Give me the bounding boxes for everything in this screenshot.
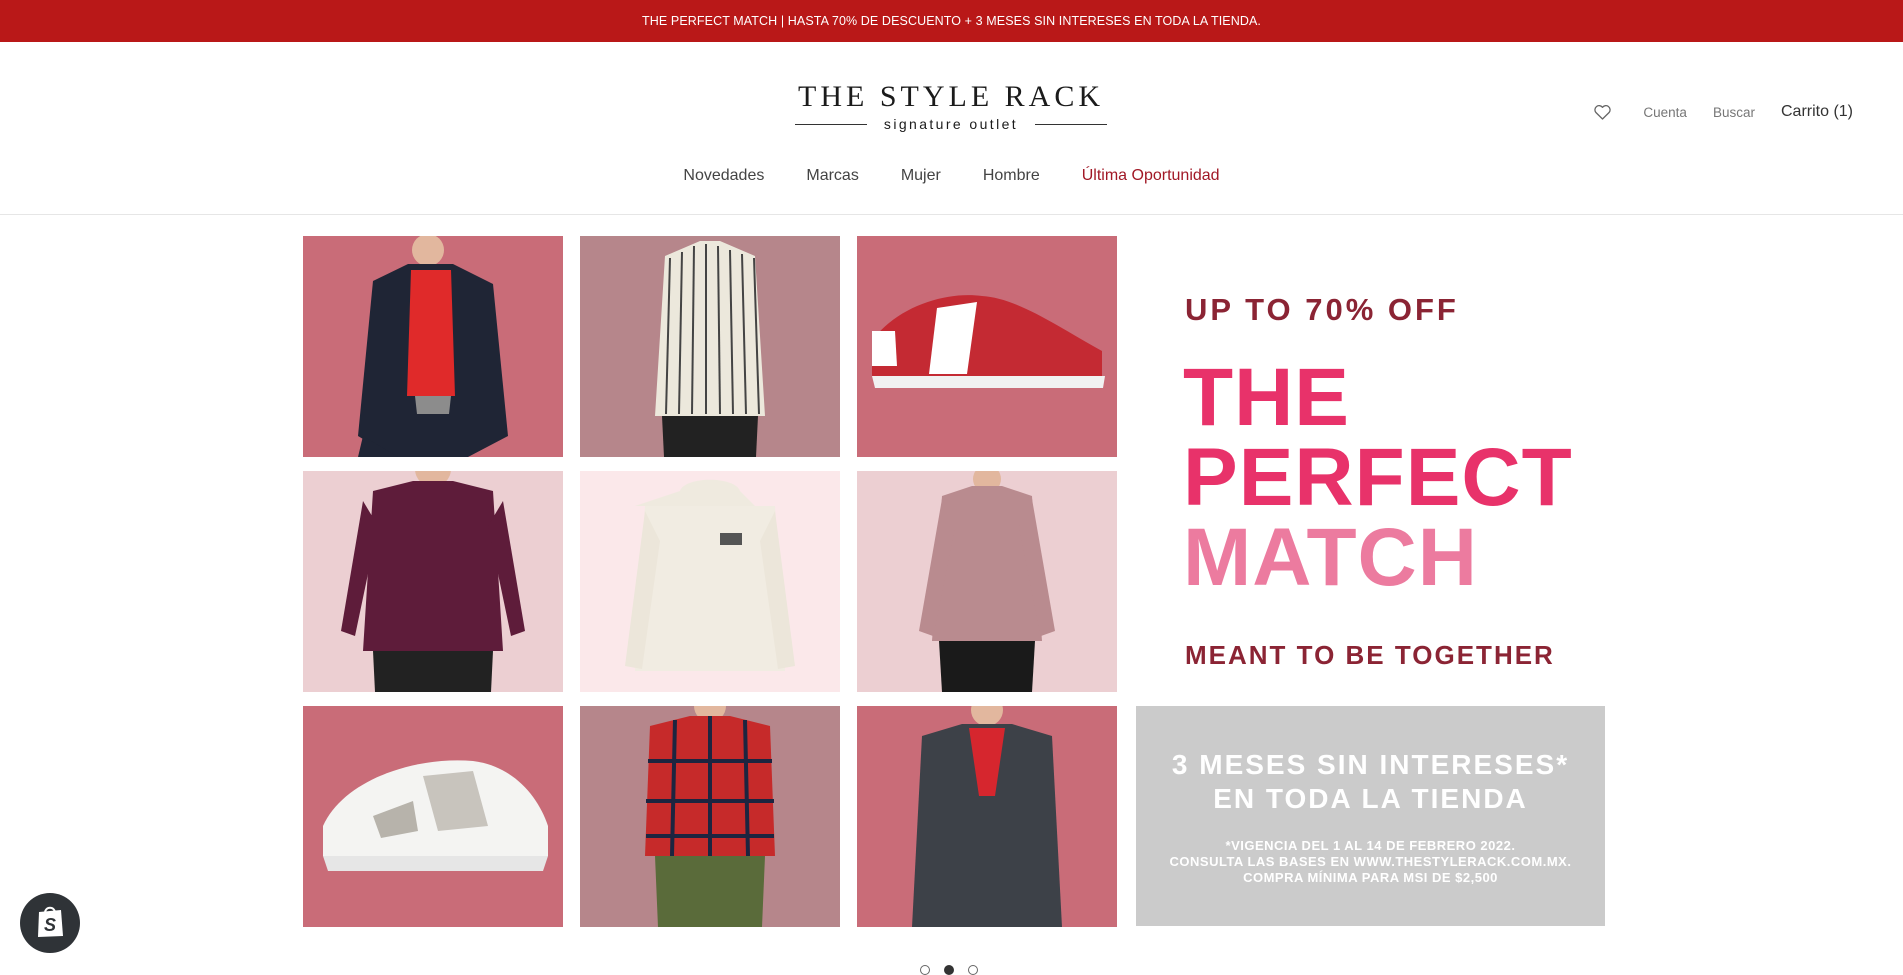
product-tile-plum-sweater <box>303 471 563 692</box>
nav-item-novedades[interactable]: Novedades <box>683 167 764 185</box>
msi-fine-print: *VIGENCIA DEL 1 AL 14 DE FEBRERO 2022. C… <box>1136 838 1605 886</box>
promo-headline-line3: MATCH <box>1183 512 1478 603</box>
hero-banner[interactable]: UP TO 70% OFF THE PERFECT MATCH MEANT TO… <box>303 236 1605 928</box>
cart-link[interactable]: Carrito (1) <box>1781 103 1853 121</box>
shopify-bag-icon: S <box>35 904 65 943</box>
carousel-dot-1[interactable] <box>920 965 930 975</box>
product-tile-striped-shirt <box>580 236 840 457</box>
nav-item-ultima-oportunidad[interactable]: Última Oportunidad <box>1082 167 1220 185</box>
carousel-dot-2[interactable] <box>944 965 954 975</box>
msi-fine-line2: CONSULTA LAS BASES EN WWW.THESTYLERACK.C… <box>1169 854 1572 869</box>
carousel-dots <box>920 965 978 975</box>
msi-promo-box: 3 MESES SIN INTERESES* EN TODA LA TIENDA… <box>1136 706 1605 926</box>
product-tile-red-sneaker <box>857 236 1117 457</box>
promo-block: UP TO 70% OFF THE PERFECT MATCH MEANT TO… <box>1163 236 1605 696</box>
header-actions: Cuenta Buscar Carrito (1) <box>1591 100 1853 124</box>
promo-headline-line1: THE <box>1183 352 1350 443</box>
msi-line1: 3 MESES SIN INTERESES* <box>1171 749 1570 780</box>
product-tile-blazer-vest <box>303 236 563 457</box>
logo-rule-left <box>795 123 867 125</box>
promo-upto: UP TO 70% OFF <box>1185 292 1459 327</box>
carousel-dot-3[interactable] <box>968 965 978 975</box>
main-nav: Novedades Marcas Mujer Hombre Última Opo… <box>0 167 1903 185</box>
announcement-bar: THE PERFECT MATCH | HASTA 70% DE DESCUEN… <box>0 0 1903 42</box>
promo-tagline: MEANT TO BE TOGETHER <box>1185 640 1555 670</box>
product-tile-cream-hoodie <box>580 471 840 692</box>
site-header: THE STYLE RACK signature outlet Cuenta B… <box>0 42 1903 215</box>
logo-subtitle-row: signature outlet <box>795 116 1107 132</box>
logo[interactable]: THE STYLE RACK signature outlet <box>795 80 1107 132</box>
announcement-text: THE PERFECT MATCH | HASTA 70% DE DESCUEN… <box>642 14 1261 28</box>
search-link[interactable]: Buscar <box>1713 105 1755 120</box>
svg-text:S: S <box>44 915 56 935</box>
logo-subtitle: signature outlet <box>883 116 1019 132</box>
product-tile-print-shirt <box>857 471 1117 692</box>
nav-item-mujer[interactable]: Mujer <box>901 167 941 185</box>
msi-fine-line1: *VIGENCIA DEL 1 AL 14 DE FEBRERO 2022. <box>1225 838 1516 853</box>
account-link[interactable]: Cuenta <box>1643 105 1687 120</box>
product-tile-grey-suit <box>857 706 1117 927</box>
nav-item-hombre[interactable]: Hombre <box>983 167 1040 185</box>
promo-headline-line2: PERFECT <box>1183 432 1573 523</box>
product-tile-white-sneaker <box>303 706 563 927</box>
logo-rule-right <box>1034 123 1107 125</box>
msi-fine-line3: COMPRA MÍNIMA PARA MSI DE $2,500 <box>1243 870 1498 885</box>
logo-title: THE STYLE RACK <box>798 80 1104 113</box>
heart-icon[interactable] <box>1591 101 1613 123</box>
product-tile-plaid-shirt <box>580 706 840 927</box>
shopify-chat-button[interactable]: S <box>20 893 80 953</box>
nav-item-marcas[interactable]: Marcas <box>806 167 858 185</box>
msi-line2: EN TODA LA TIENDA <box>1213 783 1528 814</box>
